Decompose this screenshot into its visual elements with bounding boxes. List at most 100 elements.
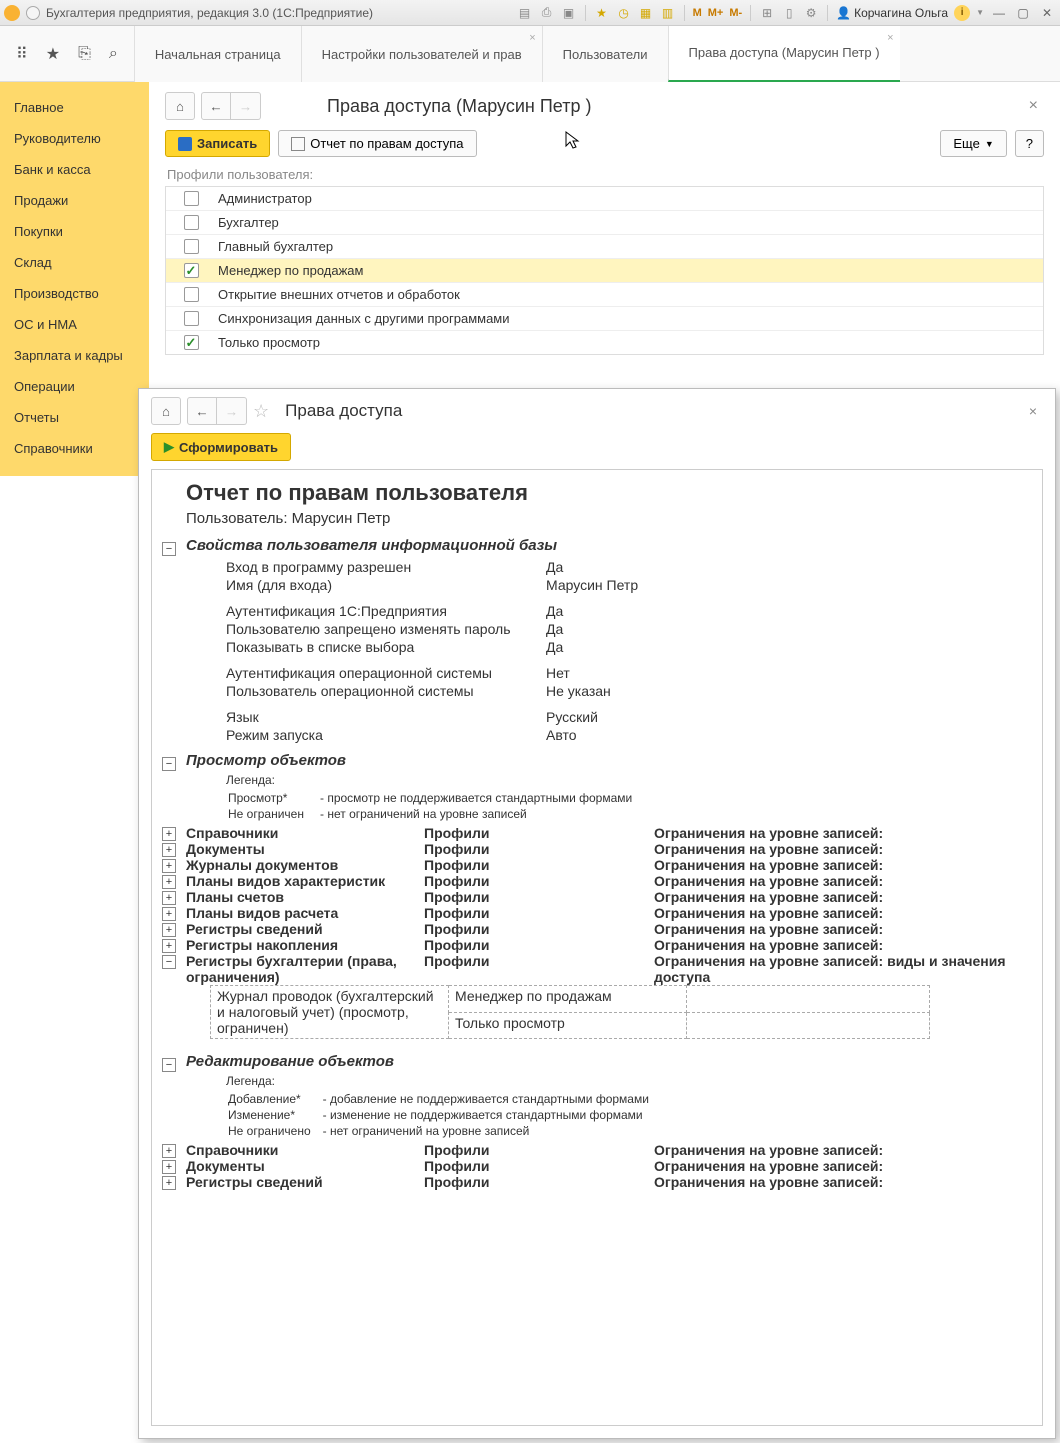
home-button[interactable]: ⌂	[151, 397, 181, 425]
table-row[interactable]: Главный бухгалтер	[166, 234, 1043, 258]
report-icon	[291, 137, 305, 151]
table-row[interactable]: Только просмотр	[166, 330, 1043, 354]
sidebar-item[interactable]: Руководителю	[0, 123, 149, 154]
expand-icon[interactable]: +	[162, 923, 176, 937]
back-button[interactable]: ←	[187, 397, 217, 425]
calculator-icon[interactable]: ▦	[638, 5, 654, 21]
prop-key: Имя (для входа)	[226, 576, 546, 594]
sidebar-item[interactable]: Отчеты	[0, 402, 149, 433]
col-header: Профили	[424, 873, 654, 889]
back-button[interactable]: ←	[201, 92, 231, 120]
sidebar-item[interactable]: Справочники	[0, 433, 149, 464]
sidebar-item[interactable]: ОС и НМА	[0, 309, 149, 340]
print-icon[interactable]: ⎙	[539, 5, 555, 21]
sidebar-item[interactable]: Банк и касса	[0, 154, 149, 185]
close-icon[interactable]: ×	[529, 32, 535, 44]
save-button[interactable]: Записать	[165, 130, 270, 157]
sidebar-item[interactable]: Склад	[0, 247, 149, 278]
window-icon[interactable]: ⊞	[759, 5, 775, 21]
checkbox[interactable]	[184, 335, 199, 350]
checkbox[interactable]	[184, 311, 199, 326]
app-dropdown-icon[interactable]	[26, 6, 40, 20]
sidebar-item[interactable]: Операции	[0, 371, 149, 402]
expand-icon[interactable]: +	[162, 1160, 176, 1174]
checkbox[interactable]	[184, 239, 199, 254]
tab-start[interactable]: Начальная страница	[134, 26, 301, 82]
copy-icon[interactable]: ⎘	[78, 45, 91, 63]
profile-label: Только просмотр	[216, 335, 1043, 350]
m-minus-icon[interactable]: M-	[729, 7, 742, 19]
table-row[interactable]: Администратор	[166, 187, 1043, 210]
collapse-icon[interactable]: −	[162, 542, 176, 556]
history-icon[interactable]: ◷	[616, 5, 632, 21]
tab-users[interactable]: Пользователи	[542, 26, 668, 82]
col-header: Ограничения на уровне записей:	[654, 1142, 1032, 1158]
close-icon[interactable]: ×	[1023, 97, 1044, 115]
checkbox[interactable]	[184, 215, 199, 230]
report-body: Отчет по правам пользователя Пользовател…	[151, 469, 1043, 1426]
table-row[interactable]: Открытие внешних отчетов и обработок	[166, 282, 1043, 306]
chevron-down-icon: ▼	[985, 139, 994, 149]
expand-icon[interactable]: +	[162, 875, 176, 889]
star-icon[interactable]: ☆	[253, 401, 269, 422]
report-button[interactable]: Отчет по правам доступа	[278, 130, 476, 157]
checkbox[interactable]	[184, 263, 199, 278]
generate-button[interactable]: ▶ Сформировать	[151, 433, 291, 461]
user-label[interactable]: 👤Корчагина Ольга	[836, 6, 948, 20]
checkbox[interactable]	[184, 287, 199, 302]
calendar-icon[interactable]: ▥	[660, 5, 676, 21]
m-plus-icon[interactable]: M+	[708, 7, 724, 19]
table-row[interactable]: Бухгалтер	[166, 210, 1043, 234]
print-preview-icon[interactable]: ▤	[517, 5, 533, 21]
tree-label: Справочники	[186, 1142, 424, 1158]
dropdown-icon[interactable]: ▼	[976, 8, 984, 17]
forward-button[interactable]: →	[217, 397, 247, 425]
more-button[interactable]: Еще ▼	[940, 130, 1006, 157]
expand-icon[interactable]: +	[162, 1144, 176, 1158]
sidebar-item[interactable]: Главное	[0, 92, 149, 123]
expand-icon[interactable]: +	[162, 1176, 176, 1190]
maximize-button[interactable]: ▢	[1014, 6, 1032, 20]
favorite-icon[interactable]: ★	[594, 5, 610, 21]
expand-icon[interactable]: +	[162, 843, 176, 857]
star-icon[interactable]: ★	[46, 44, 60, 64]
wrench-icon[interactable]: ⚙	[803, 5, 819, 21]
collapse-icon[interactable]: −	[162, 1058, 176, 1072]
prop-key: Язык	[226, 708, 546, 726]
clipboard-icon[interactable]: ▣	[561, 5, 577, 21]
apps-icon[interactable]: ⠿	[16, 44, 28, 64]
sidebar-item[interactable]: Зарплата и кадры	[0, 340, 149, 371]
checkbox[interactable]	[184, 191, 199, 206]
sidebar-item[interactable]: Продажи	[0, 185, 149, 216]
col-header: Ограничения на уровне записей:	[654, 873, 1032, 889]
panel-icon[interactable]: ▯	[781, 5, 797, 21]
collapse-icon[interactable]: −	[162, 757, 176, 771]
tab-settings[interactable]: Настройки пользователей и прав×	[301, 26, 542, 82]
col-header: Профили	[424, 857, 654, 873]
minimize-button[interactable]: —	[990, 6, 1008, 20]
tree-label: Планы видов расчета	[186, 905, 424, 921]
col-header: Ограничения на уровне записей:	[654, 857, 1032, 873]
collapse-icon[interactable]: −	[162, 955, 176, 969]
col-header: Профили	[424, 937, 654, 953]
expand-icon[interactable]: +	[162, 827, 176, 841]
table-row[interactable]: Синхронизация данных с другими программа…	[166, 306, 1043, 330]
table-row[interactable]: Менеджер по продажам	[166, 258, 1043, 282]
close-icon[interactable]: ×	[1023, 403, 1043, 419]
close-button[interactable]: ✕	[1038, 6, 1056, 20]
expand-icon[interactable]: +	[162, 939, 176, 953]
forward-button[interactable]: →	[231, 92, 261, 120]
tab-rights[interactable]: Права доступа (Марусин Петр )×	[668, 26, 900, 82]
m-icon[interactable]: M	[693, 7, 702, 19]
home-button[interactable]: ⌂	[165, 92, 195, 120]
help-button[interactable]: ?	[1015, 130, 1044, 157]
search-icon[interactable]: ⌕	[109, 45, 118, 63]
expand-icon[interactable]: +	[162, 859, 176, 873]
sidebar-item[interactable]: Производство	[0, 278, 149, 309]
expand-icon[interactable]: +	[162, 907, 176, 921]
expand-icon[interactable]: +	[162, 891, 176, 905]
page-title: Права доступа (Марусин Петр )	[327, 96, 591, 117]
close-icon[interactable]: ×	[887, 32, 893, 44]
info-icon[interactable]: i	[954, 5, 970, 21]
sidebar-item[interactable]: Покупки	[0, 216, 149, 247]
